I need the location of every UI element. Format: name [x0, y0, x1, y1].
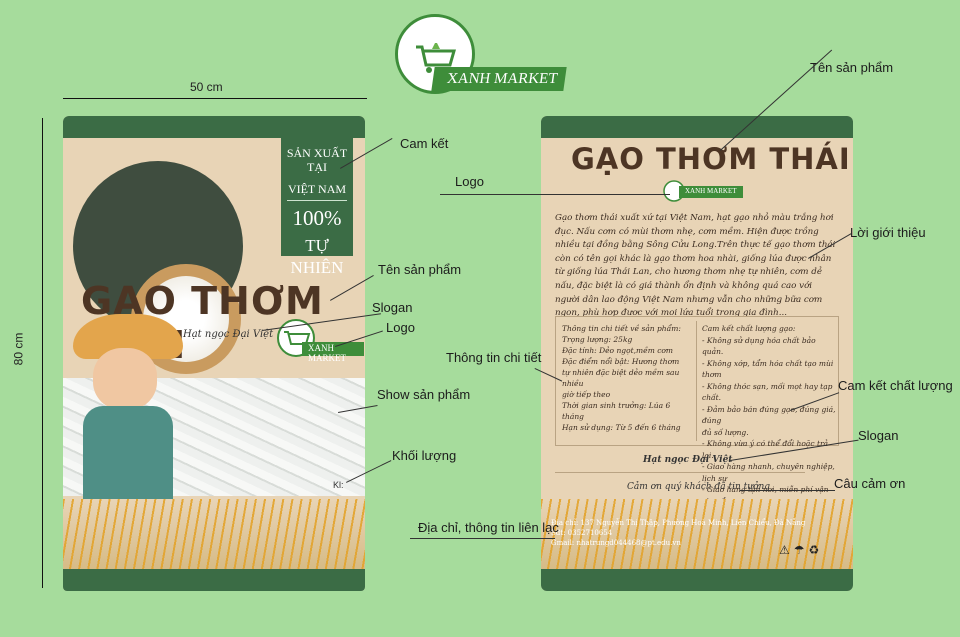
info-line: Thời gian sinh trưởng: Lúa 6 tháng — [562, 401, 671, 421]
info-line: Hạn sử dụng: Từ 5 đến 6 tháng — [562, 423, 681, 432]
badge-line-2: VIỆT NAM — [287, 182, 347, 196]
quality-commitment: Cam kết chất lượng gạo: - Không sử dụng … — [702, 323, 836, 507]
back-small-logo: XANH MARKET — [663, 180, 763, 202]
back-title: GẠO THƠM THÁI — [571, 142, 851, 176]
weight-label: Kl: — [333, 480, 344, 490]
callout-khoi-luong: Khối lượng — [392, 448, 457, 463]
callout-cam-ket-chat-luong: Cam kết chất lượng — [838, 378, 953, 393]
callout-cam-ket: Cam kết — [400, 136, 449, 151]
info-line: tự nhiên đặc biệt dẻo mềm sau nhiều — [562, 368, 680, 388]
info-box: Thông tin chi tiết về sản phẩm: Trọng lư… — [555, 316, 839, 506]
grass-decoration — [63, 499, 365, 569]
info-line: Đặc tính: Dẻo ngọt,mềm cơm — [562, 346, 674, 355]
badge-natural: TỰ NHIÊN — [290, 236, 344, 277]
front-slogan: Hạt ngọc Đại Việt — [183, 329, 274, 340]
packaging-icons: ⚠☂♻ — [779, 543, 824, 557]
back-bottom-band — [541, 569, 853, 591]
badge-line-1: SẢN XUẤT TẠI — [286, 146, 348, 174]
width-label: 50 cm — [190, 80, 223, 94]
leader-line — [410, 538, 555, 539]
back-package: GẠO THƠM THÁI XANH MARKET Gạo thơm thái … — [541, 116, 853, 591]
width-dimension-line — [63, 98, 367, 99]
callout-thong-tin-chi-tiet: Thông tin chi tiết — [446, 350, 542, 365]
info-title: Thông tin chi tiết về sản phẩm: — [562, 324, 681, 333]
contact-info: Địa chỉ: 137 Nguyễn Thị Thập, Phường Hoà… — [551, 518, 811, 548]
address-line: Địa chỉ: 137 Nguyễn Thị Thập, Phường Hoà… — [551, 519, 806, 527]
origin-badge: SẢN XUẤT TẠI VIỆT NAM 100% TỰ NHIÊN — [281, 138, 353, 277]
product-info: Thông tin chi tiết về sản phẩm: Trọng lư… — [562, 323, 694, 433]
info-line: giờ tiếp theo — [562, 390, 611, 399]
info-line: Đặc điểm nổi bật: Hương thơm — [562, 357, 680, 366]
leader-line — [740, 490, 835, 491]
farmer-face — [93, 348, 157, 410]
callout-ten-san-pham-top: Tên sản phẩm — [810, 60, 894, 75]
quality-line: đủ số lượng. — [702, 427, 749, 437]
logo-ribbon: XANH MARKET — [431, 67, 567, 91]
callout-logo-front: Logo — [386, 320, 415, 335]
front-bottom-band — [63, 569, 365, 591]
badge-divider — [287, 200, 347, 201]
badge-percent: 100% — [292, 206, 342, 230]
info-line: Trọng lượng: 25kg — [562, 335, 633, 344]
height-dimension-line — [42, 118, 43, 588]
front-small-logo: XANH MARKET — [276, 318, 365, 363]
callout-cau-cam-on: Câu cảm ơn — [834, 476, 906, 491]
divider — [555, 472, 805, 473]
callout-slogan-back: Slogan — [858, 428, 899, 443]
leader-line — [440, 194, 670, 195]
quality-line: - Không sử dụng hóa chất bảo quản. — [702, 335, 816, 357]
back-small-logo-text: XANH MARKET — [685, 187, 737, 195]
quality-title: Cam kết chất lượng gạo: — [702, 324, 796, 333]
callout-dia-chi: Địa chỉ, thông tin liên lạc — [418, 520, 559, 535]
intro-text: Gạo thơm thái xuất xứ tại Việt Nam, hạt … — [555, 213, 836, 319]
front-package: SẢN XUẤT TẠI VIỆT NAM 100% TỰ NHIÊN GẠO … — [63, 116, 365, 591]
callout-ten-san-pham-front: Tên sản phẩm — [378, 262, 462, 277]
info-divider — [696, 321, 697, 441]
quality-line: - Đảm bảo bán đúng gạo, đúng giá, đúng — [702, 404, 836, 426]
phone-line: Sđt: 0352710654 — [551, 529, 613, 537]
callout-loi-gioi-thieu: Lời giới thiệu — [850, 225, 926, 240]
quality-line: - Không xớp, tẩm hóa chất tạo mùi thơm — [702, 358, 834, 380]
email-line: Gmail: nhatrungd044468@pt.edu.vn — [551, 539, 681, 547]
front-top-band — [63, 116, 365, 138]
callout-show-san-pham: Show sản phẩm — [377, 387, 471, 402]
back-slogan: Hạt ngọc Đại Việt — [643, 455, 733, 465]
back-top-band — [541, 116, 853, 138]
height-label: 80 cm — [11, 332, 26, 366]
callout-logo-back: Logo — [455, 174, 484, 189]
brand-logo: XANH MARKET — [395, 14, 567, 94]
